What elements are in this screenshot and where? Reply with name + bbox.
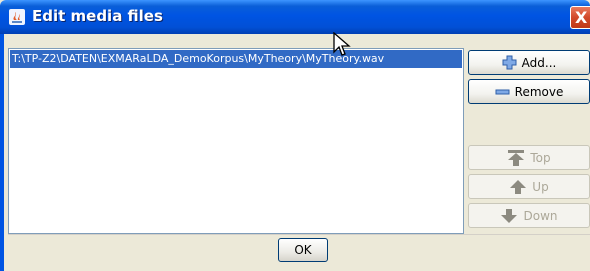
media-file-list[interactable]: T:\TP-Z2\DATEN\EXMARaLDA_DemoKorpus\MyTh… [8, 48, 464, 234]
down-button[interactable]: Down [468, 203, 590, 228]
ok-button[interactable]: OK [278, 238, 328, 262]
media-file-item[interactable]: T:\TP-Z2\DATEN\EXMARaLDA_DemoKorpus\MyTh… [10, 50, 462, 68]
close-icon: X [575, 8, 588, 27]
mouse-cursor-icon [333, 32, 351, 56]
arrow-up-icon [510, 179, 527, 194]
minus-icon [495, 89, 510, 94]
close-button[interactable]: X [570, 6, 590, 29]
button-column: Add... Remove Top Up Down [466, 48, 590, 234]
remove-button-label: Remove [514, 84, 564, 99]
up-button-label: Up [532, 179, 549, 194]
java-app-icon [9, 9, 25, 25]
edit-media-files-dialog: Edit media files X T:\TP-Z2\DATEN\EXMARa… [0, 0, 590, 271]
add-button-label: Add... [521, 55, 557, 70]
plus-icon [502, 55, 517, 70]
top-button-label: Top [530, 150, 551, 165]
footer-divider [8, 234, 590, 235]
arrow-down-icon [501, 208, 518, 223]
remove-button[interactable]: Remove [468, 79, 590, 104]
move-top-icon [508, 149, 525, 166]
window-frame-left [0, 34, 4, 271]
add-button[interactable]: Add... [468, 50, 590, 75]
top-button[interactable]: Top [468, 145, 590, 170]
window-title: Edit media files [32, 7, 163, 25]
ok-button-label: OK [294, 243, 312, 257]
up-button[interactable]: Up [468, 174, 590, 199]
down-button-label: Down [523, 208, 558, 223]
title-bar[interactable]: Edit media files X [0, 0, 590, 34]
